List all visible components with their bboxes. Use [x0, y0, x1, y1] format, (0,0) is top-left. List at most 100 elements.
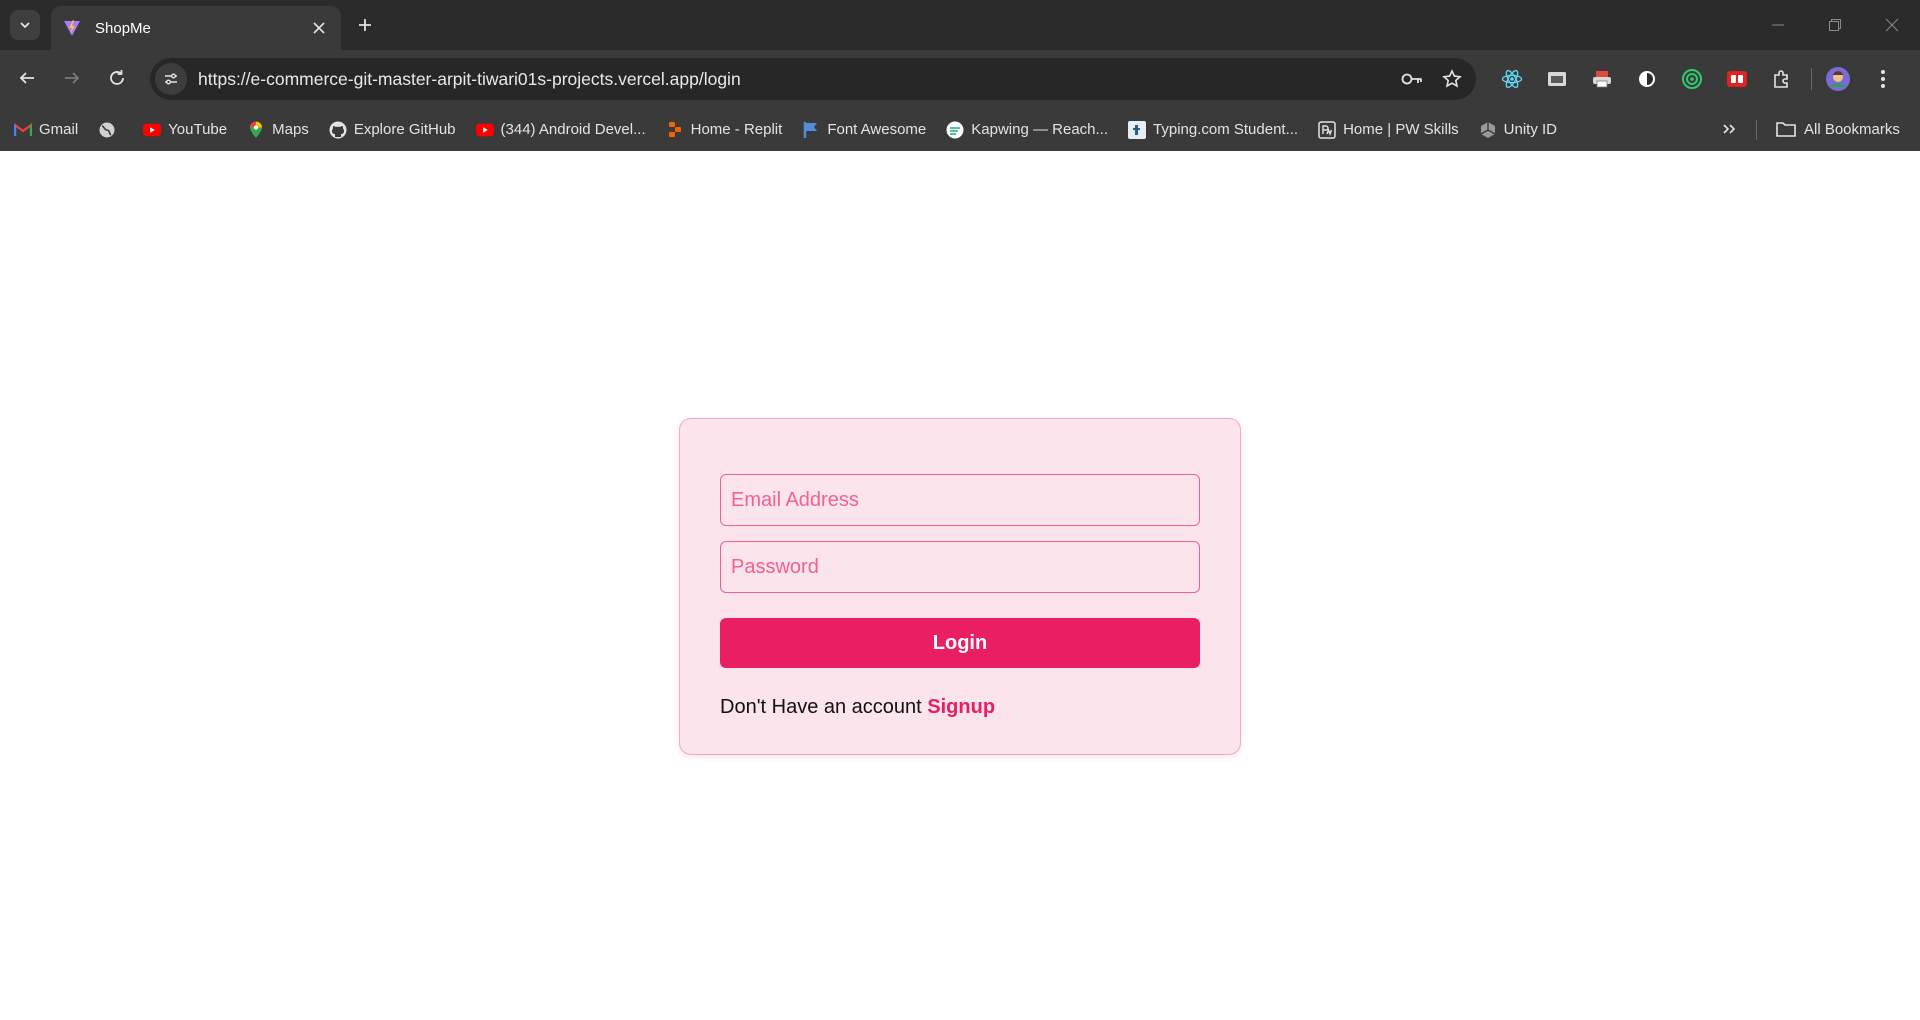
password-key-button[interactable] [1396, 63, 1428, 95]
bookmark-label: (344) Android Devel... [500, 121, 646, 138]
browser-menu-button[interactable] [1865, 61, 1901, 97]
extensions-menu-button[interactable] [1764, 61, 1800, 97]
window-controls [1749, 0, 1920, 50]
tab-strip: ShopMe [0, 0, 1920, 50]
reload-button[interactable] [101, 62, 133, 94]
forward-button[interactable] [56, 62, 88, 94]
profile-button[interactable] [1820, 61, 1856, 97]
screen-extension[interactable] [1539, 61, 1575, 97]
bookmark-label: Home - Replit [690, 121, 783, 138]
chevron-double-right-icon [1723, 124, 1736, 134]
bookmarks-bar: Gmail YouTube Maps Explore GitHub (344) … [0, 108, 1920, 151]
key-icon [1401, 73, 1422, 85]
gmail-icon [14, 121, 32, 139]
new-tab-button[interactable] [351, 11, 379, 39]
printer-icon [1593, 71, 1611, 88]
print-extension[interactable] [1584, 61, 1620, 97]
bookmarks-overflow-button[interactable] [1714, 114, 1744, 144]
login-card: Login Don't Have an account Signup [679, 418, 1241, 755]
bookmark-maps[interactable]: Maps [247, 115, 309, 145]
close-icon [313, 22, 325, 34]
unity-icon [1479, 121, 1497, 139]
toolbar-separator [1811, 68, 1812, 90]
restore-button[interactable] [1806, 0, 1863, 50]
bookmark-label: Home | PW Skills [1343, 121, 1459, 138]
tab-close-button[interactable] [309, 18, 329, 38]
extensions-row [1494, 60, 1910, 98]
bookmark-label: Kapwing — Reach... [971, 121, 1109, 138]
bookmark-font-awesome[interactable]: Font Awesome [802, 115, 926, 145]
bookmarks-separator [1756, 120, 1757, 140]
url-text[interactable]: https://e-commerce-git-master-arpit-tiwa… [198, 69, 1396, 90]
bookmark-kapwing[interactable]: Kapwing — Reach... [946, 115, 1108, 145]
minimize-icon [1771, 24, 1784, 26]
bookmark-label: YouTube [168, 121, 228, 138]
signup-prompt: Don't Have an account Signup [720, 696, 995, 719]
close-window-button[interactable] [1863, 0, 1920, 50]
target-extension[interactable] [1674, 61, 1710, 97]
login-button[interactable]: Login [720, 618, 1200, 668]
bookmark-label: Explore GitHub [353, 121, 456, 138]
signup-link[interactable]: Signup [927, 696, 995, 718]
page-content: Login Don't Have an account Signup [0, 151, 1920, 1020]
bookmark-unity-id[interactable]: Unity ID [1479, 115, 1557, 145]
address-bar[interactable]: https://e-commerce-git-master-arpit-tiwa… [150, 58, 1476, 100]
react-devtools-extension[interactable] [1494, 61, 1530, 97]
bookmark-label: Gmail [39, 121, 79, 138]
video-icon [1727, 71, 1747, 87]
tab-title: ShopMe [95, 19, 151, 37]
chevron-down-icon [20, 22, 30, 29]
close-icon [1885, 18, 1898, 32]
bookmark-label: Typing.com Student... [1153, 121, 1299, 138]
bookmark-gmail[interactable]: Gmail [14, 115, 78, 145]
bookmark-android-devel[interactable]: (344) Android Devel... [475, 115, 646, 145]
bookmark-star-button[interactable] [1436, 63, 1468, 95]
avatar [1826, 67, 1850, 91]
window-icon [1548, 72, 1566, 86]
puzzle-icon [1774, 70, 1788, 88]
tune-icon [165, 73, 177, 85]
star-icon [1442, 69, 1462, 88]
github-icon [329, 121, 347, 139]
bookmark-globe[interactable] [98, 115, 123, 145]
globe-icon [98, 121, 116, 139]
react-icon [1501, 69, 1523, 89]
bookmark-typing[interactable]: Typing.com Student... [1128, 115, 1298, 145]
maps-icon [247, 121, 265, 139]
folder-icon [1776, 121, 1796, 137]
contrast-icon [1639, 71, 1655, 87]
more-vertical-icon [1881, 70, 1885, 88]
plus-icon [359, 19, 371, 31]
bookmark-label: Font Awesome [827, 121, 927, 138]
bookmark-label: Unity ID [1503, 121, 1558, 138]
restore-icon [1828, 19, 1841, 31]
minimize-button[interactable] [1749, 0, 1806, 50]
bookmark-explore-github[interactable]: Explore GitHub [329, 115, 456, 145]
email-input[interactable] [720, 474, 1200, 526]
password-input[interactable] [720, 541, 1200, 593]
dark-mode-extension[interactable] [1629, 61, 1665, 97]
all-bookmarks-label: All Bookmarks [1804, 120, 1900, 138]
all-bookmarks-button[interactable]: All Bookmarks [1776, 114, 1900, 144]
browser-chrome: ShopMe https://e-commerce-git-master-arp… [0, 0, 1920, 151]
back-button[interactable] [11, 62, 43, 94]
typing-icon [1128, 120, 1147, 139]
browser-toolbar: https://e-commerce-git-master-arpit-tiwa… [0, 50, 1920, 108]
bookmark-youtube[interactable]: YouTube [143, 115, 227, 145]
bookmark-pw-skills[interactable]: Home | PW Skills [1318, 115, 1459, 145]
tab-search-button[interactable] [10, 10, 40, 40]
video-extension[interactable] [1719, 61, 1755, 97]
replit-icon [666, 121, 684, 139]
arrow-left-icon [19, 72, 34, 84]
arrow-right-icon [65, 72, 80, 84]
site-info-button[interactable] [155, 63, 187, 95]
youtube-icon [475, 121, 494, 139]
bookmark-home-replit[interactable]: Home - Replit [666, 115, 783, 145]
kapwing-icon [946, 121, 964, 139]
reload-icon [110, 70, 124, 85]
tab-shopme[interactable]: ShopMe [51, 6, 341, 50]
youtube-icon [143, 121, 162, 139]
bookmark-label: Maps [272, 121, 309, 138]
pw-skills-icon [1318, 120, 1336, 139]
vite-icon [64, 20, 80, 36]
